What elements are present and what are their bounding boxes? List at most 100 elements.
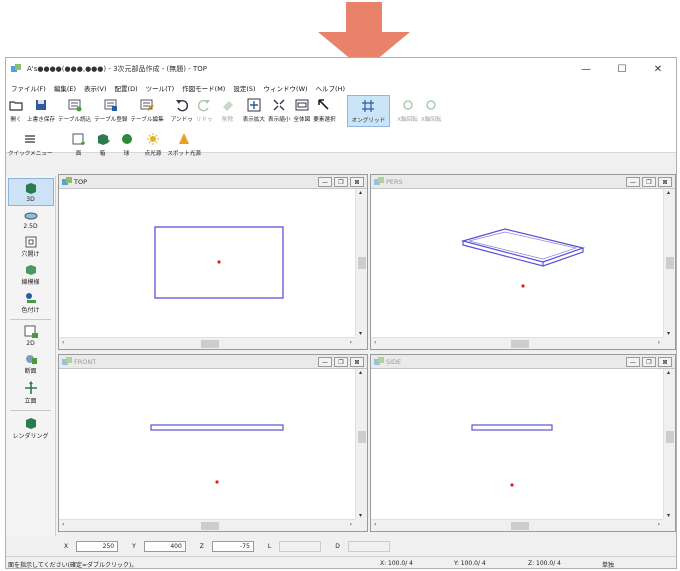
select-element-button[interactable]: 要素選択 [313, 95, 336, 123]
viewport-restore-button[interactable]: ❐ [334, 357, 348, 367]
status-x-grid: X: 100.0/ 4 [380, 560, 413, 567]
menu-settings[interactable]: 設定(S) [233, 83, 255, 93]
section-icon [25, 355, 37, 364]
sphere-button[interactable]: 球 [119, 129, 135, 157]
scroll-down-icon[interactable]: ▾ [359, 330, 362, 337]
face-button[interactable]: 面 [71, 129, 87, 157]
menu-window[interactable]: ウィンドウ(W) [264, 83, 308, 93]
menu-file[interactable]: ファイル(F) [11, 83, 46, 93]
scroll-right-icon[interactable]: › [350, 521, 352, 528]
coloring-button[interactable]: 色付け [8, 290, 54, 316]
thread-pattern-button[interactable]: 線模様 [8, 262, 54, 288]
scroll-left-icon[interactable]: ‹ [62, 339, 64, 346]
viewport-minimize-button[interactable]: — [318, 357, 332, 367]
mode-25d-button[interactable]: 2.5D [8, 208, 54, 232]
point-light-label: 点光源 [144, 151, 162, 157]
scroll-down-icon[interactable]: ▾ [667, 512, 670, 519]
scroll-up-icon[interactable]: ▴ [359, 189, 362, 196]
zoom-out-button[interactable]: 表示縮小 [268, 95, 290, 123]
table-load-button[interactable]: テーブル読込 [58, 95, 91, 123]
vertical-scrollbar[interactable]: ▴ ▾ [355, 369, 367, 519]
menu-drawing-mode[interactable]: 作図モード(M) [182, 83, 225, 93]
quick-menu-button[interactable]: クイックメニュー [8, 129, 53, 157]
horizontal-scrollbar[interactable]: ‹ › [59, 519, 355, 531]
scroll-down-icon[interactable]: ▾ [359, 512, 362, 519]
menu-help[interactable]: ヘルプ(H) [316, 83, 345, 93]
overwrite-save-button[interactable]: 上書き保存 [27, 95, 55, 123]
undo-button[interactable]: アンドゥ [171, 95, 193, 123]
viewport-restore-button[interactable]: ❐ [334, 177, 348, 187]
viewport-close-button[interactable]: ⊠ [658, 357, 672, 367]
viewport-top-canvas[interactable] [59, 189, 355, 337]
viewport-restore-button[interactable]: ❐ [642, 357, 656, 367]
box-button[interactable]: 箱 [95, 129, 111, 157]
menu-edit[interactable]: 編集(E) [54, 83, 76, 93]
viewport-minimize-button[interactable]: — [626, 177, 640, 187]
scroll-right-icon[interactable]: › [658, 521, 660, 528]
distance-input[interactable] [347, 540, 390, 552]
scroll-up-icon[interactable]: ▴ [667, 369, 670, 376]
viewport-pers[interactable]: PERS — ❐ ⊠ ▴ ▾ ‹ › [370, 174, 676, 350]
z-label: Z [199, 542, 204, 550]
viewport-side[interactable]: SIDE — ❐ ⊠ ▴ ▾ ‹ › [370, 354, 676, 532]
horizontal-scrollbar[interactable]: ‹ › [371, 519, 663, 531]
viewport-pers-canvas[interactable] [371, 189, 663, 337]
open-button[interactable]: 開く [8, 95, 24, 123]
mode-3d-button[interactable]: 3D [7, 178, 54, 206]
table-register-button[interactable]: テーブル登録 [94, 95, 127, 123]
menu-view[interactable]: 表示(V) [84, 83, 107, 93]
scroll-left-icon[interactable]: ‹ [62, 521, 64, 528]
vertical-scrollbar[interactable]: ▴ ▾ [355, 189, 367, 337]
viewport-close-button[interactable]: ⊠ [350, 177, 364, 187]
status-mode: 単独 [602, 562, 615, 569]
viewport-close-button[interactable]: ⊠ [350, 357, 364, 367]
scroll-up-icon[interactable]: ▴ [359, 369, 362, 376]
minimize-button[interactable]: — [568, 58, 604, 80]
scroll-down-icon[interactable]: ▾ [667, 330, 670, 337]
viewport-minimize-button[interactable]: — [626, 357, 640, 367]
scroll-left-icon[interactable]: ‹ [374, 339, 376, 346]
redo-button[interactable]: リドゥ [196, 95, 213, 123]
viewport-top[interactable]: TOP — ❐ ⊠ ▴ ▾ ‹ › [58, 174, 368, 350]
delete-button[interactable]: 削除 [220, 95, 236, 123]
vertical-scrollbar[interactable]: ▴ ▾ [663, 189, 675, 337]
viewport-side-canvas[interactable] [371, 369, 663, 519]
table-edit-button[interactable]: テーブル編集 [130, 95, 164, 123]
scroll-right-icon[interactable]: › [350, 339, 352, 346]
rendering-button[interactable]: レンダリング [8, 414, 54, 442]
maximize-button[interactable]: ☐ [604, 58, 640, 80]
length-input[interactable] [279, 540, 322, 552]
viewport-restore-button[interactable]: ❐ [642, 177, 656, 187]
x-rotate-reverse-button[interactable]: X軸回転 [421, 95, 441, 123]
zoom-in-button[interactable]: 表示拡大 [243, 95, 265, 123]
face-add-icon [72, 133, 85, 145]
x-coordinate-input[interactable]: 250 [76, 540, 119, 552]
hole-button[interactable]: 穴開け [8, 234, 54, 260]
x-rotate-button[interactable]: X軸回転 [397, 95, 418, 123]
table-register-icon [104, 99, 117, 111]
section-button[interactable]: 断面 [8, 351, 54, 377]
mode-2d-button[interactable]: 2D [8, 323, 54, 349]
close-button[interactable]: ✕ [640, 58, 676, 80]
viewport-minimize-button[interactable]: — [318, 177, 332, 187]
viewport-close-button[interactable]: ⊠ [658, 177, 672, 187]
scroll-up-icon[interactable]: ▴ [667, 189, 670, 196]
z-coordinate-input[interactable]: -75 [211, 540, 254, 552]
scroll-left-icon[interactable]: ‹ [374, 521, 376, 528]
horizontal-scrollbar[interactable]: ‹ › [371, 337, 663, 349]
render-cube-icon [25, 418, 36, 429]
vertical-scrollbar[interactable]: ▴ ▾ [663, 369, 675, 519]
viewport-front-canvas[interactable] [59, 369, 355, 519]
spot-light-button[interactable]: スポット光源 [167, 129, 201, 157]
point-light-button[interactable]: 点光源 [144, 129, 162, 157]
scroll-right-icon[interactable]: › [658, 339, 660, 346]
menu-place[interactable]: 配置(D) [115, 83, 138, 93]
menu-tools[interactable]: ツール(T) [146, 83, 175, 93]
elevation-button[interactable]: 立面 [8, 379, 54, 407]
horizontal-scrollbar[interactable]: ‹ › [59, 337, 355, 349]
on-grid-button[interactable]: オングリッド [346, 95, 391, 127]
fit-all-button[interactable]: 全体図 [293, 95, 310, 123]
mode-2d-label: 2D [26, 340, 35, 347]
y-coordinate-input[interactable]: 400 [143, 540, 186, 552]
viewport-front[interactable]: FRONT — ❐ ⊠ ▴ ▾ ‹ › [58, 354, 368, 532]
